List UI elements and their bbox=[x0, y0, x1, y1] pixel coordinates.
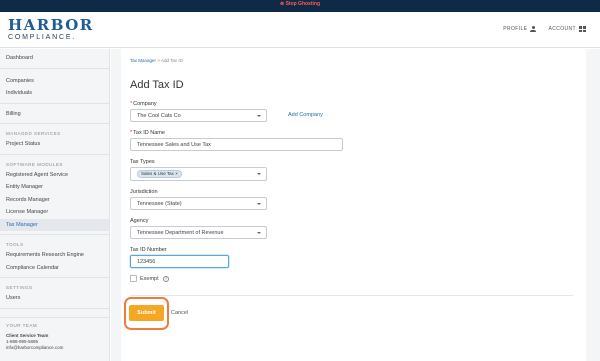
agency-value: Tennessee Department of Revenue bbox=[137, 230, 224, 236]
harbor-compliance-logo[interactable]: HARBOR COMPLIANCE. bbox=[8, 18, 94, 42]
profile-label: PROFILE bbox=[503, 26, 528, 32]
sidebar-item-users[interactable]: Users bbox=[0, 292, 109, 305]
user-icon bbox=[530, 26, 537, 32]
help-icon[interactable]: ? bbox=[163, 276, 169, 282]
company-label: *Company bbox=[130, 101, 157, 107]
sidebar-item-dashboard[interactable]: Dashboard bbox=[0, 52, 109, 65]
sidebar-group-managed: MANAGED SERVICES Project Status bbox=[0, 124, 109, 155]
sidebar-item-requirements[interactable]: Requirements Research Engine bbox=[0, 249, 109, 262]
cancel-link[interactable]: Cancel bbox=[171, 310, 188, 316]
tax-types-multiselect[interactable]: Sales & Use Tax × bbox=[130, 167, 267, 181]
stop-ghosting-link[interactable]: ⊗ Stop Ghosting bbox=[0, 1, 600, 7]
sidebar-item-project-status[interactable]: Project Status bbox=[0, 138, 109, 151]
admin-bar: ⊗ Stop Ghosting bbox=[0, 0, 600, 12]
main-content: Tax Manager > Add Tax ID Add Tax ID *Com… bbox=[111, 49, 600, 361]
account-label: ACCOUNT bbox=[548, 26, 576, 32]
team-email[interactable]: info@harborcompliance.com bbox=[6, 345, 104, 351]
profile-link[interactable]: PROFILE bbox=[503, 26, 537, 32]
tax-id-number-value: 123456 bbox=[137, 259, 156, 265]
sidebar-heading-tools: TOOLS bbox=[6, 242, 24, 247]
jurisdiction-select[interactable]: Tennessee (State) bbox=[130, 197, 267, 210]
breadcrumb: Tax Manager > Add Tax ID bbox=[130, 58, 183, 63]
jurisdiction-value: Tennessee (State) bbox=[137, 201, 182, 207]
submit-button[interactable]: Submit bbox=[129, 305, 164, 321]
sidebar-item-license-manager[interactable]: License Manager bbox=[0, 206, 109, 219]
jurisdiction-label: Jurisdiction bbox=[130, 189, 158, 195]
sidebar-group-settings: SETTINGS Users bbox=[0, 278, 109, 309]
form-divider bbox=[130, 295, 573, 296]
sidebar-item-billing[interactable]: Billing bbox=[0, 108, 109, 121]
sidebar-group-modules: SOFTWARE MODULES Registered Agent Servic… bbox=[0, 155, 109, 235]
sidebar-item-calendar[interactable]: Compliance Calendar bbox=[0, 262, 109, 275]
tax-id-number-input[interactable]: 123456 bbox=[130, 255, 229, 268]
sidebar-group-main: Dashboard bbox=[0, 49, 109, 69]
chevron-down-icon bbox=[257, 232, 261, 234]
sidebar-group-tools: TOOLS Requirements Research Engine Compl… bbox=[0, 235, 109, 278]
company-select[interactable]: The Cool Cats Co bbox=[130, 109, 267, 122]
sidebar-heading-settings: SETTINGS bbox=[6, 285, 33, 290]
sidebar-heading-managed: MANAGED SERVICES bbox=[6, 131, 61, 136]
logo-wordmark: HARBOR bbox=[8, 16, 94, 34]
site-header: HARBOR COMPLIANCE. PROFILE ACCOUNT bbox=[0, 12, 600, 48]
agency-label: Agency bbox=[130, 218, 149, 224]
tax-id-name-label: *Tax ID Name bbox=[130, 130, 165, 136]
breadcrumb-tax-manager[interactable]: Tax Manager bbox=[130, 58, 156, 63]
sidebar-item-entity-manager[interactable]: Entity Manager bbox=[0, 181, 109, 194]
team-heading: YOUR TEAM bbox=[6, 323, 38, 328]
company-value: The Cool Cats Co bbox=[137, 113, 181, 119]
add-company-link[interactable]: Add Company bbox=[288, 112, 323, 118]
sidebar-item-companies[interactable]: Companies bbox=[0, 75, 109, 88]
header-nav: PROFILE ACCOUNT bbox=[503, 26, 586, 32]
sidebar-item-registered-agent[interactable]: Registered Agent Service bbox=[0, 169, 109, 182]
logo-subtitle: COMPLIANCE. bbox=[8, 34, 77, 41]
tag-remove-icon[interactable]: × bbox=[175, 171, 178, 176]
sidebar: Dashboard Companies Individuals Billing … bbox=[0, 49, 110, 361]
your-team-panel: YOUR TEAM Client Service Team 1-888-995-… bbox=[0, 317, 110, 356]
account-link[interactable]: ACCOUNT bbox=[548, 26, 586, 32]
sidebar-group-billing: Billing bbox=[0, 104, 109, 124]
grid-icon bbox=[579, 26, 586, 32]
tax-id-name-value: Tennessee Sales and Use Tax bbox=[137, 142, 211, 148]
chevron-down-icon bbox=[257, 203, 261, 205]
exempt-label: Exempt bbox=[140, 276, 159, 282]
tax-types-label: Tax Types bbox=[130, 159, 155, 165]
page-title: Add Tax ID bbox=[130, 79, 184, 91]
agency-select[interactable]: Tennessee Department of Revenue bbox=[130, 226, 267, 239]
sidebar-heading-modules: SOFTWARE MODULES bbox=[6, 161, 63, 167]
chevron-down-icon bbox=[257, 115, 261, 117]
sidebar-group-entities: Companies Individuals bbox=[0, 69, 109, 104]
sidebar-item-records-manager[interactable]: Records Manager bbox=[0, 194, 109, 207]
tax-type-tag[interactable]: Sales & Use Tax × bbox=[137, 170, 182, 178]
tax-id-number-label: Tax ID Number bbox=[130, 247, 167, 253]
exempt-checkbox[interactable] bbox=[130, 275, 137, 282]
sidebar-item-tax-manager[interactable]: Tax Manager bbox=[0, 218, 109, 231]
breadcrumb-current: Add Tax ID bbox=[160, 58, 183, 63]
tax-id-name-input[interactable]: Tennessee Sales and Use Tax bbox=[130, 138, 343, 151]
add-tax-id-panel: Tax Manager > Add Tax ID Add Tax ID *Com… bbox=[121, 49, 586, 361]
sidebar-item-individuals[interactable]: Individuals bbox=[0, 87, 109, 100]
breadcrumb-separator: > bbox=[157, 58, 160, 63]
chevron-down-icon bbox=[257, 173, 261, 175]
